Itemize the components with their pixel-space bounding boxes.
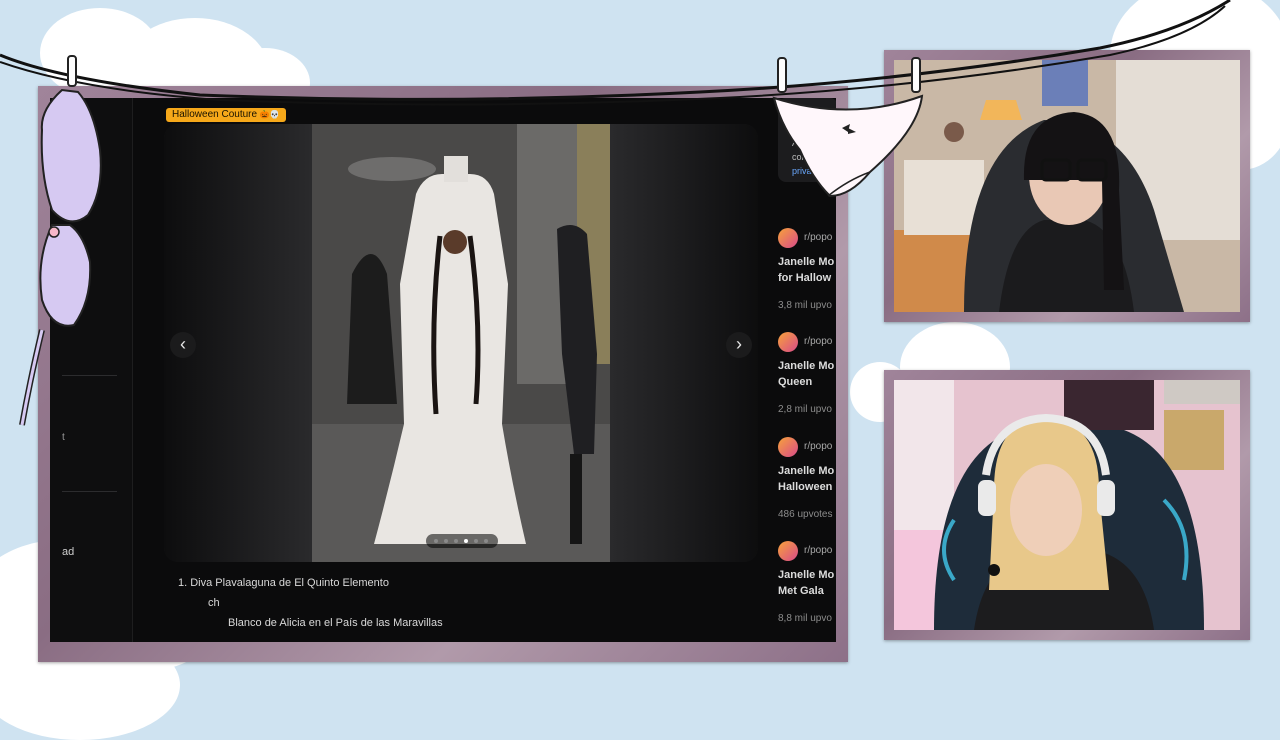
flair-label: Halloween Couture <box>172 109 258 120</box>
subreddit-avatar <box>778 332 798 352</box>
subreddit-avatar <box>778 228 798 248</box>
post-title[interactable]: Janelle Mo Met Gala <box>778 567 834 599</box>
post-title-line: Queen <box>778 376 813 388</box>
gallery-dot[interactable] <box>444 539 448 543</box>
subreddit-avatar <box>778 437 798 457</box>
post-title-line: for Hallow <box>778 272 832 284</box>
image-gallery[interactable]: ‹ › <box>164 124 758 562</box>
post-title-line: Janelle Mo <box>778 569 835 581</box>
main-screen-frame: t ad Halloween Couture 🎃💀 ‹ › 1. Diva Pl… <box>38 86 848 662</box>
post-title-line: Janelle Mo <box>778 256 835 268</box>
related-posts-column: Al co confi privac r/popo Janelle Mo for… <box>778 98 836 642</box>
subreddit-name[interactable]: r/popo <box>804 336 832 347</box>
subreddit-avatar <box>778 541 798 561</box>
caption-line: Blanco de Alicia en el País de las Marav… <box>228 617 443 629</box>
gallery-dot[interactable] <box>484 539 488 543</box>
post-title-line: Janelle Mo <box>778 360 835 372</box>
subreddit-name[interactable]: r/popo <box>804 232 832 243</box>
webcam-feed-streamer-1 <box>894 60 1240 312</box>
gallery-dot[interactable] <box>454 539 458 543</box>
banner-text: confi <box>792 152 812 162</box>
caption-line: ch <box>208 597 220 609</box>
gallery-next-button[interactable]: › <box>726 332 752 358</box>
sidebar-fragment: t <box>62 432 65 443</box>
webcam-frame-top <box>884 50 1250 322</box>
post-title-line: Halloween <box>778 481 833 493</box>
caption-line: 1. Diva Plavalaguna de El Quinto Element… <box>178 577 389 589</box>
sidebar-divider <box>62 375 117 376</box>
banner-text: Al co <box>792 138 813 148</box>
post-flair[interactable]: Halloween Couture 🎃💀 <box>166 108 286 122</box>
subreddit-name[interactable]: r/popo <box>804 441 832 452</box>
gallery-dot[interactable] <box>434 539 438 543</box>
post-votes: 486 upvotes <box>778 509 833 520</box>
gallery-prev-button[interactable]: ‹ <box>170 332 196 358</box>
left-sidebar: t ad <box>50 98 133 642</box>
gallery-pagination[interactable] <box>426 534 498 548</box>
reddit-screen: t ad Halloween Couture 🎃💀 ‹ › 1. Diva Pl… <box>50 98 836 642</box>
gallery-dot[interactable] <box>474 539 478 543</box>
flair-emoji: 🎃💀 <box>259 110 280 119</box>
chevron-left-icon: ‹ <box>180 334 186 354</box>
chevron-right-icon: › <box>736 334 742 354</box>
post-title[interactable]: Janelle Mo Halloween <box>778 463 834 495</box>
sidebar-fragment: ad <box>62 546 75 558</box>
cookie-banner[interactable]: Al co confi privac <box>778 98 836 182</box>
post-title-line: Met Gala <box>778 585 824 597</box>
post-votes: 8,8 mil upvo <box>778 613 832 624</box>
subreddit-name[interactable]: r/popo <box>804 545 832 556</box>
post-title-line: Janelle Mo <box>778 465 835 477</box>
webcam-frame-bottom <box>884 370 1250 640</box>
webcam-feed-streamer-2 <box>894 380 1240 630</box>
post-votes: 3,8 mil upvo <box>778 300 832 311</box>
gallery-photo <box>312 124 610 562</box>
sidebar-divider <box>62 491 117 492</box>
banner-link[interactable]: privac <box>792 166 816 176</box>
post-title[interactable]: Janelle Mo Queen <box>778 358 834 390</box>
post-votes: 2,8 mil upvo <box>778 404 832 415</box>
post-title[interactable]: Janelle Mo for Hallow <box>778 254 834 286</box>
gallery-dot-active[interactable] <box>464 539 468 543</box>
